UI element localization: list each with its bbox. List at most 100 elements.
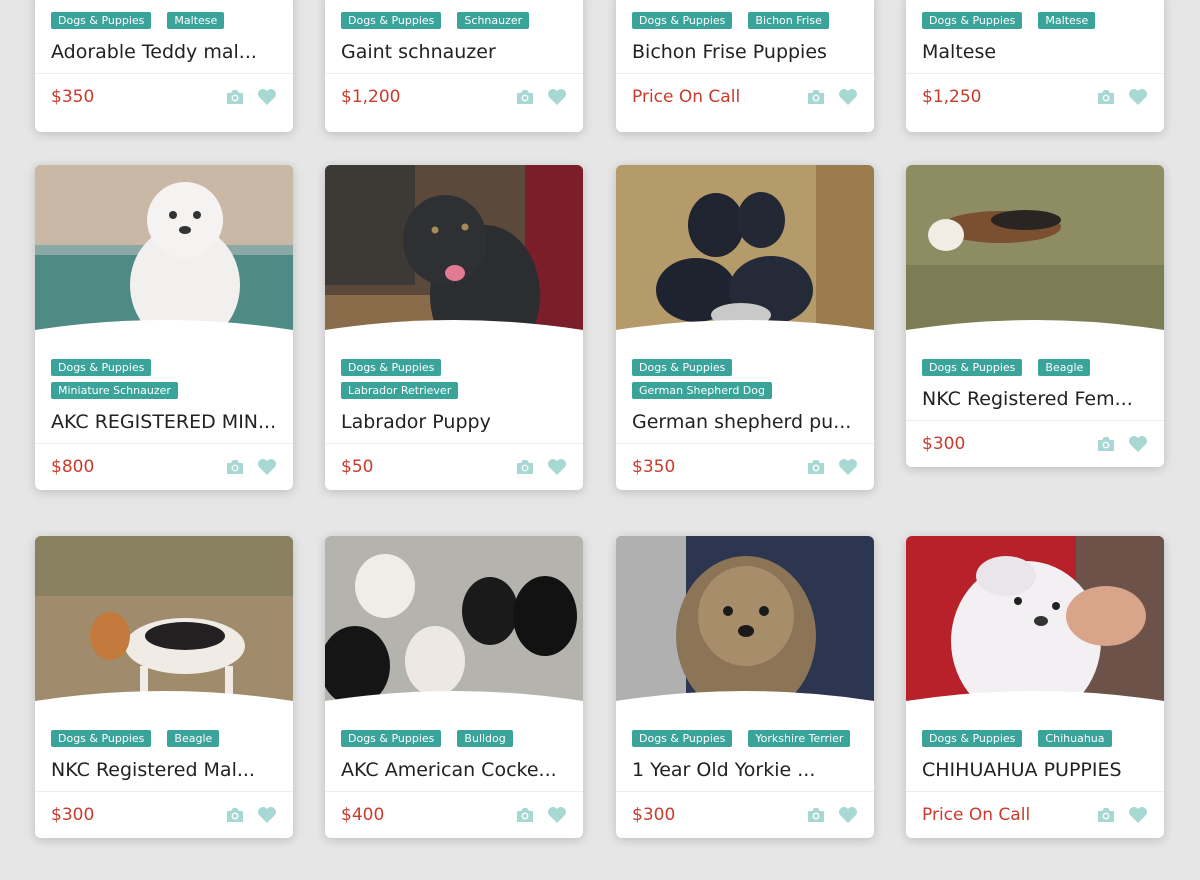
camera-icon[interactable] — [1096, 436, 1116, 452]
heart-icon[interactable] — [257, 458, 277, 476]
heart-icon[interactable] — [547, 806, 567, 824]
listing-card[interactable]: Dogs & Puppies Maltese Adorable Teddy ma… — [35, 0, 293, 132]
listing-footer: $800 — [35, 443, 293, 490]
tag-list: Dogs & Puppies Miniature Schnauzer — [35, 347, 293, 399]
heart-icon[interactable] — [257, 88, 277, 106]
listing-footer: $350 — [35, 73, 293, 120]
breed-tag[interactable]: Beagle — [167, 730, 220, 747]
heart-icon[interactable] — [1128, 435, 1148, 453]
breed-tag[interactable]: Bulldog — [457, 730, 513, 747]
tag-list: Dogs & Puppies Maltese — [906, 0, 1164, 29]
listing-card[interactable]: Dogs & Puppies Labrador Retriever Labrad… — [325, 165, 583, 490]
listing-price: $400 — [341, 805, 385, 825]
listing-footer: $300 — [35, 791, 293, 838]
listing-price: Price On Call — [922, 805, 1031, 825]
category-tag[interactable]: Dogs & Puppies — [632, 730, 733, 747]
heart-icon[interactable] — [547, 88, 567, 106]
breed-tag[interactable]: Maltese — [1038, 12, 1096, 29]
listing-card[interactable]: Dogs & Puppies Beagle NKC Registered Mal… — [35, 536, 293, 838]
listing-card[interactable]: Dogs & Puppies Miniature Schnauzer AKC R… — [35, 165, 293, 490]
tag-list: Dogs & Puppies Beagle — [35, 718, 293, 747]
listing-title[interactable]: 1 Year Old Yorkie ... — [616, 757, 874, 791]
category-tag[interactable]: Dogs & Puppies — [922, 12, 1023, 29]
listing-photo[interactable] — [325, 165, 583, 347]
listing-title[interactable]: Maltese — [906, 39, 1164, 73]
listing-photo[interactable] — [616, 165, 874, 347]
listing-photo[interactable] — [906, 165, 1164, 347]
camera-icon[interactable] — [515, 807, 535, 823]
category-tag[interactable]: Dogs & Puppies — [341, 12, 442, 29]
category-tag[interactable]: Dogs & Puppies — [922, 730, 1023, 747]
listing-footer: $300 — [616, 791, 874, 838]
listing-photo[interactable] — [616, 536, 874, 718]
listing-card[interactable]: Dogs & Puppies German Shepherd Dog Germa… — [616, 165, 874, 490]
heart-icon[interactable] — [257, 806, 277, 824]
heart-icon[interactable] — [838, 458, 858, 476]
breed-tag[interactable]: Maltese — [167, 12, 225, 29]
breed-tag[interactable]: Yorkshire Terrier — [748, 730, 851, 747]
breed-tag[interactable]: Miniature Schnauzer — [51, 382, 178, 399]
listing-title[interactable]: Labrador Puppy — [325, 409, 583, 443]
listing-title[interactable]: CHIHUAHUA PUPPIES — [906, 757, 1164, 791]
breed-tag[interactable]: Chihuahua — [1038, 730, 1112, 747]
listing-title[interactable]: NKC Registered Fem... — [906, 386, 1164, 420]
camera-icon[interactable] — [225, 807, 245, 823]
listing-price: $300 — [922, 434, 966, 454]
camera-icon[interactable] — [1096, 89, 1116, 105]
listing-title[interactable]: AKC REGISTERED MIN... — [35, 409, 293, 443]
listing-card[interactable]: Dogs & Puppies Chihuahua CHIHUAHUA PUPPI… — [906, 536, 1164, 838]
category-tag[interactable]: Dogs & Puppies — [341, 730, 442, 747]
camera-icon[interactable] — [806, 89, 826, 105]
camera-icon[interactable] — [515, 89, 535, 105]
breed-tag[interactable]: Schnauzer — [457, 12, 530, 29]
listing-price: $1,250 — [922, 87, 982, 107]
camera-icon[interactable] — [515, 459, 535, 475]
listing-title[interactable]: Bichon Frise Puppies — [616, 39, 874, 73]
heart-icon[interactable] — [1128, 806, 1148, 824]
listing-title[interactable]: Adorable Teddy mal... — [35, 39, 293, 73]
heart-icon[interactable] — [547, 458, 567, 476]
category-tag[interactable]: Dogs & Puppies — [51, 730, 152, 747]
breed-tag[interactable]: German Shepherd Dog — [632, 382, 772, 399]
listing-card[interactable]: Dogs & Puppies Bulldog AKC American Cock… — [325, 536, 583, 838]
listing-card[interactable]: Dogs & Puppies Yorkshire Terrier 1 Year … — [616, 536, 874, 838]
listing-card[interactable]: Dogs & Puppies Beagle NKC Registered Fem… — [906, 165, 1164, 467]
tag-list: Dogs & Puppies Labrador Retriever — [325, 347, 583, 399]
listing-photo[interactable] — [35, 536, 293, 718]
listing-card[interactable]: Dogs & Puppies Maltese Maltese $1,250 — [906, 0, 1164, 132]
category-tag[interactable]: Dogs & Puppies — [51, 12, 152, 29]
tag-list: Dogs & Puppies Chihuahua — [906, 718, 1164, 747]
tag-list: Dogs & Puppies Schnauzer — [325, 0, 583, 29]
listing-title[interactable]: German shepherd pu... — [616, 409, 874, 443]
listing-title[interactable]: Gaint schnauzer — [325, 39, 583, 73]
category-tag[interactable]: Dogs & Puppies — [632, 12, 733, 29]
listing-price: $350 — [51, 87, 95, 107]
listing-price: $800 — [51, 457, 95, 477]
category-tag[interactable]: Dogs & Puppies — [632, 359, 733, 376]
camera-icon[interactable] — [225, 89, 245, 105]
heart-icon[interactable] — [838, 806, 858, 824]
camera-icon[interactable] — [1096, 807, 1116, 823]
listing-photo[interactable] — [35, 165, 293, 347]
listing-price: $300 — [632, 805, 676, 825]
listing-footer: $1,250 — [906, 73, 1164, 120]
listing-title[interactable]: NKC Registered Mal... — [35, 757, 293, 791]
category-tag[interactable]: Dogs & Puppies — [341, 359, 442, 376]
breed-tag[interactable]: Labrador Retriever — [341, 382, 459, 399]
heart-icon[interactable] — [1128, 88, 1148, 106]
category-tag[interactable]: Dogs & Puppies — [922, 359, 1023, 376]
breed-tag[interactable]: Beagle — [1038, 359, 1091, 376]
heart-icon[interactable] — [838, 88, 858, 106]
breed-tag[interactable]: Bichon Frise — [748, 12, 829, 29]
listing-card[interactable]: Dogs & Puppies Schnauzer Gaint schnauzer… — [325, 0, 583, 132]
tag-list: Dogs & Puppies Beagle — [906, 347, 1164, 376]
tag-list: Dogs & Puppies Maltese — [35, 0, 293, 29]
listing-card[interactable]: Dogs & Puppies Bichon Frise Bichon Frise… — [616, 0, 874, 132]
camera-icon[interactable] — [806, 459, 826, 475]
camera-icon[interactable] — [806, 807, 826, 823]
listing-title[interactable]: AKC American Cocke... — [325, 757, 583, 791]
listing-photo[interactable] — [906, 536, 1164, 718]
camera-icon[interactable] — [225, 459, 245, 475]
listing-photo[interactable] — [325, 536, 583, 718]
category-tag[interactable]: Dogs & Puppies — [51, 359, 152, 376]
